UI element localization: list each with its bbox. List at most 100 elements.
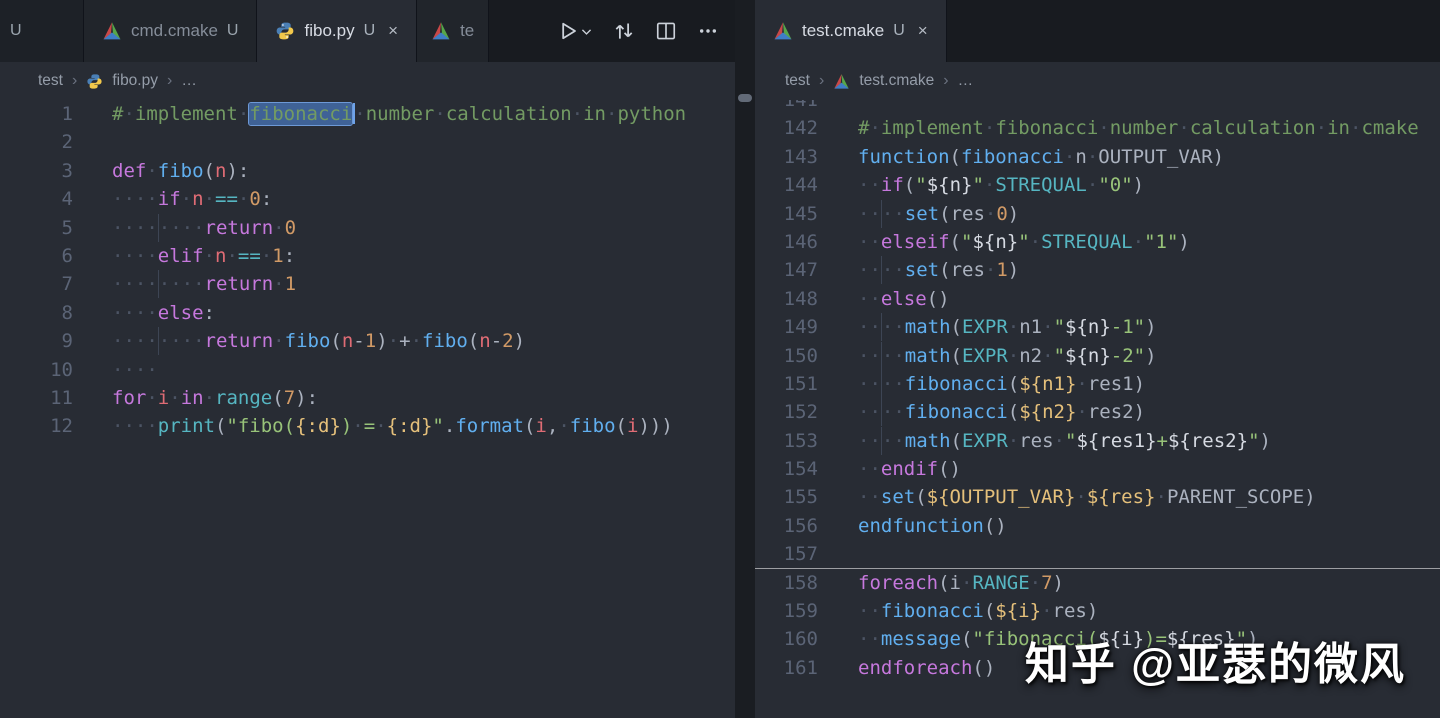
code-line[interactable]: 143function(fibonacci·n·OUTPUT_VAR) [755,143,1440,171]
line-number[interactable]: 3 [0,157,73,185]
line-number[interactable]: 147 [755,256,818,284]
line-number[interactable]: 154 [755,455,818,483]
code-line[interactable]: 152····fibonacci(${n2}·res2) [755,398,1440,426]
code-line[interactable]: 156endfunction() [755,512,1440,540]
line-number[interactable]: 7 [0,270,73,298]
line-number[interactable]: 10 [0,356,73,384]
breadcrumb-folder[interactable]: test [785,72,810,90]
breadcrumb-ellipsis[interactable]: … [958,72,974,90]
line-number[interactable]: 5 [0,214,73,242]
cmake-icon [833,73,850,90]
line-number[interactable]: 161 [755,654,818,682]
tab-label: test.cmake [802,21,884,41]
code-line[interactable]: 10···· [0,356,735,384]
breadcrumb-file[interactable]: fibo.py [112,72,158,90]
code-line[interactable]: 149····math(EXPR·n1·"${n}-1") [755,313,1440,341]
code-line[interactable]: 157 [755,540,1440,568]
line-number[interactable]: 145 [755,200,818,228]
breadcrumb-right: test › test.cmake › … [755,62,1440,100]
line-number[interactable]: 8 [0,299,73,327]
line-number[interactable]: 4 [0,185,73,213]
code-line[interactable]: 158foreach(i·RANGE·7) [755,569,1440,597]
git-status-badge: U [364,22,376,40]
split-editor-icon[interactable] [655,20,677,42]
open-changes-icon[interactable] [613,20,635,42]
tab-bar-left: U cmd.cmake U fibo.py U × [0,0,735,62]
breadcrumb-folder[interactable]: test [38,72,63,90]
breadcrumb-file[interactable]: test.cmake [859,72,934,90]
line-number[interactable]: 146 [755,228,818,256]
tab-fibo-py[interactable]: fibo.py U × [257,0,417,62]
breadcrumb-ellipsis[interactable]: … [181,72,197,90]
code-line[interactable]: 155··set(${OUTPUT_VAR}·${res}·PARENT_SCO… [755,483,1440,511]
editor-group-left: U cmd.cmake U fibo.py U × [0,0,735,718]
code-line[interactable]: 6····elif·n·==·1: [0,242,735,270]
more-actions-icon[interactable] [697,20,719,42]
line-number[interactable]: 153 [755,427,818,455]
code-line[interactable]: 148··else() [755,285,1440,313]
code-line[interactable]: 7········return·1 [0,270,735,298]
cmake-icon [773,21,793,41]
code-line[interactable]: 146··elseif("${n}"·STREQUAL·"1") [755,228,1440,256]
code-line[interactable]: 12····print("fibo({:d})·=·{:d}".format(i… [0,412,735,440]
tab-clipped[interactable]: te [417,0,489,62]
run-python-file-button[interactable] [557,20,579,42]
tab-partial[interactable]: U [0,0,84,62]
overview-ruler-marker [738,94,752,102]
code-line[interactable]: 4····if·n·==·0: [0,185,735,213]
line-number[interactable]: 142 [755,114,818,142]
code-line[interactable]: 151····fibonacci(${n1}·res1) [755,370,1440,398]
line-number[interactable]: 6 [0,242,73,270]
code-line[interactable]: 8····else: [0,299,735,327]
line-number[interactable]: 148 [755,285,818,313]
code-line[interactable]: 150····math(EXPR·n2·"${n}-2") [755,342,1440,370]
line-number[interactable]: 155 [755,483,818,511]
run-dropdown-chevron-icon[interactable] [580,25,593,38]
cmake-icon [431,21,451,41]
code-line[interactable]: 1#·implement·fibonacci·number·calculatio… [0,100,735,128]
code-line[interactable]: 154··endif() [755,455,1440,483]
line-number[interactable]: 150 [755,342,818,370]
code-line[interactable]: 141 [755,100,1440,114]
tab-test-cmake[interactable]: test.cmake U × [755,0,947,62]
editor-sash[interactable] [735,0,755,718]
line-number[interactable]: 160 [755,625,818,653]
line-number[interactable]: 151 [755,370,818,398]
line-number[interactable]: 143 [755,143,818,171]
code-line[interactable]: 3def·fibo(n): [0,157,735,185]
code-line[interactable]: 159··fibonacci(${i}·res) [755,597,1440,625]
line-number[interactable]: 158 [755,569,818,597]
code-line[interactable]: 153····math(EXPR·res·"${res1}+${res2}") [755,427,1440,455]
line-number[interactable]: 9 [0,327,73,355]
chevron-right-icon: › [819,72,824,90]
editor-fibo-py[interactable]: 1#·implement·fibonacci·number·calculatio… [0,100,735,718]
line-number[interactable]: 12 [0,412,73,440]
vscode-window: U cmd.cmake U fibo.py U × [0,0,1440,718]
line-number[interactable]: 2 [0,128,73,156]
line-number[interactable]: 159 [755,597,818,625]
editor-group-right: test.cmake U × test › test.cmake › … 141… [755,0,1440,718]
line-number[interactable]: 156 [755,512,818,540]
close-icon[interactable]: × [388,21,398,41]
code-line[interactable]: 5········return·0 [0,214,735,242]
line-number[interactable]: 152 [755,398,818,426]
line-number[interactable]: 11 [0,384,73,412]
tab-cmd-cmake[interactable]: cmd.cmake U [84,0,257,62]
code-line[interactable]: 145····set(res·0) [755,200,1440,228]
code-line[interactable]: 147····set(res·1) [755,256,1440,284]
line-number[interactable]: 1 [0,100,73,128]
line-number[interactable]: 144 [755,171,818,199]
code-line[interactable]: 2 [0,128,735,156]
code-line[interactable]: 142#·implement·fibonacci·number·calculat… [755,114,1440,142]
close-icon[interactable]: × [918,21,928,41]
code-line[interactable]: 9········return·fibo(n-1)·+·fibo(n-2) [0,327,735,355]
code-line[interactable]: 144··if("${n}"·STREQUAL·"0") [755,171,1440,199]
tab-label: cmd.cmake [131,21,218,41]
code-line[interactable]: 11for·i·in·range(7): [0,384,735,412]
editor-actions [547,0,735,62]
line-number[interactable]: 157 [755,540,818,567]
line-number[interactable]: 141 [755,100,818,114]
editor-test-cmake[interactable]: 141142#·implement·fibonacci·number·calcu… [755,100,1440,718]
git-status-badge: U [227,22,239,40]
line-number[interactable]: 149 [755,313,818,341]
